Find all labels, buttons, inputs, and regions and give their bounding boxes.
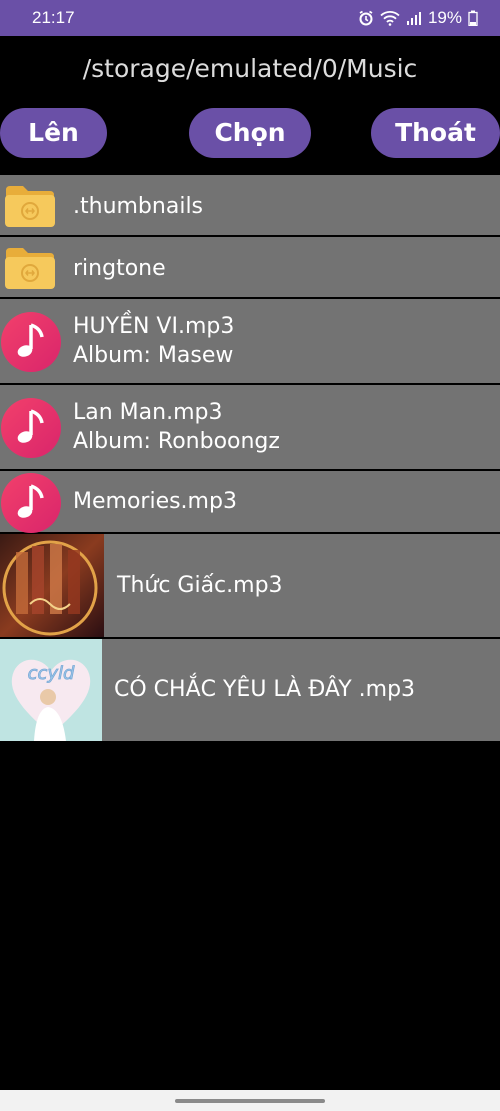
status-time: 21:17	[32, 8, 75, 27]
list-item-music-lan-man[interactable]: Lan Man.mp3 Album: Ronboongz	[0, 385, 500, 471]
list-item-folder-thumbnails[interactable]: .thumbnails	[0, 175, 500, 237]
file-name: ringtone	[73, 256, 166, 281]
album-art-thumbnail	[0, 534, 104, 642]
folder-icon	[4, 183, 56, 234]
file-name: Lan Man.mp3	[73, 400, 223, 425]
list-item-folder-ringtone[interactable]: ringtone	[0, 237, 500, 299]
status-icons: 19%	[358, 8, 478, 28]
file-name: CÓ CHẮC YÊU LÀ ĐÂY .mp3	[114, 677, 416, 702]
music-note-icon	[0, 311, 62, 378]
list-item-music-huyen-vi[interactable]: HUYỀN VI.mp3 Album: Masew	[0, 299, 500, 385]
home-indicator[interactable]	[175, 1099, 325, 1103]
up-button[interactable]: Lên	[0, 108, 107, 158]
file-name: HUYỀN VI.mp3	[73, 314, 235, 339]
battery-percent: 19%	[427, 8, 462, 27]
list-item-music-thuc-giac[interactable]: Thức Giấc.mp3	[0, 534, 500, 639]
exit-button[interactable]: Thoát	[371, 108, 500, 158]
navigation-bar	[0, 1090, 500, 1111]
select-button[interactable]: Chọn	[189, 108, 311, 158]
file-album: Album: Masew	[73, 343, 234, 368]
folder-icon	[4, 245, 56, 296]
list-item-music-memories[interactable]: Memories.mp3	[0, 471, 500, 534]
battery-icon	[468, 10, 478, 26]
signal-icon	[406, 10, 422, 26]
file-name: .thumbnails	[73, 194, 204, 219]
svg-text:ccyld: ccyld	[28, 663, 75, 684]
file-name: Memories.mp3	[73, 489, 237, 514]
album-art-thumbnail: ccyld	[0, 639, 102, 746]
list-item-music-co-chac-yeu-la-day[interactable]: ccyld CÓ CHẮC YÊU LÀ ĐÂY .mp3	[0, 639, 500, 741]
music-note-icon	[0, 472, 62, 539]
wifi-icon	[380, 10, 400, 26]
alarm-icon	[358, 10, 374, 26]
current-path: /storage/emulated/0/Music	[82, 54, 418, 83]
music-note-icon	[0, 397, 62, 464]
file-album: Album: Ronboongz	[73, 429, 280, 454]
status-bar: 21:17 19%	[0, 0, 500, 36]
file-name: Thức Giấc.mp3	[117, 573, 283, 598]
